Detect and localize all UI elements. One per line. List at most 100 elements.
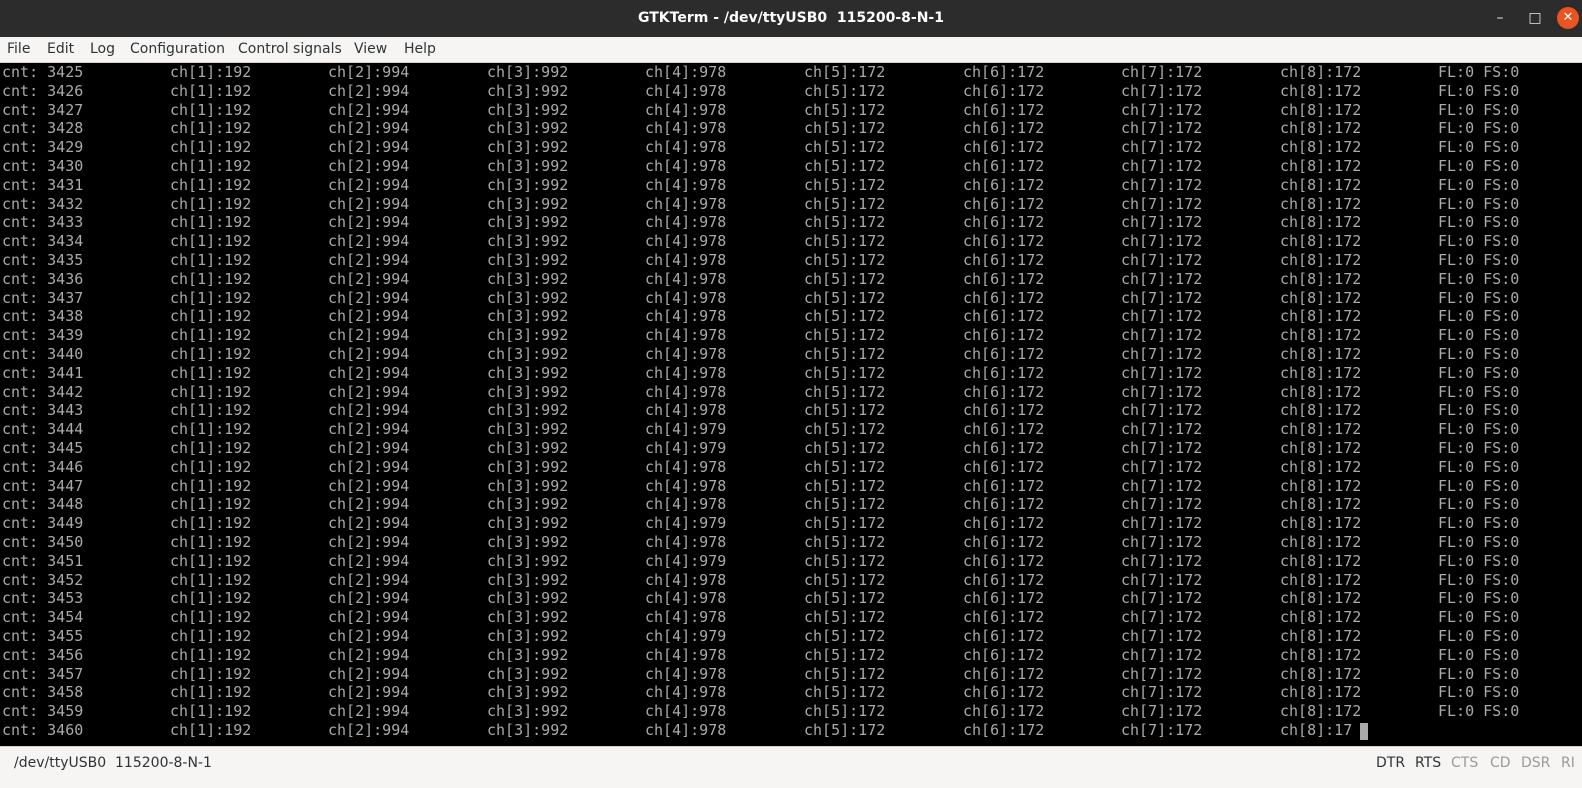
channel-cell: ch[8]:172 [1280,608,1362,627]
channel-cell: ch[6]:172 [963,476,1045,495]
terminal-line: cnt: 3441 ch[1]:192 ch[2]:994 ch[3]:992 ch[4… [2,364,1582,383]
channel-cell: ch[7]:172 [1121,288,1203,307]
flags-cell: FL:0 FS:0 [1438,194,1520,213]
counter-cell: cnt: 3449 [2,514,84,533]
channel-cell: ch[1]:192 [170,702,252,721]
terminal-line: cnt: 3444 ch[1]:192 ch[2]:994 ch[3]:992 ch[4… [2,420,1582,439]
channel-cell: ch[1]:192 [170,401,252,420]
maximize-button[interactable]: □ [1524,7,1546,29]
terminal-line: cnt: 3439 ch[1]:192 ch[2]:994 ch[3]:992 ch[4… [2,326,1582,345]
channel-cell: ch[4]:978 [645,495,727,514]
flags-cell: FL:0 FS:0 [1438,63,1520,81]
channel-cell: ch[5]:172 [804,269,886,288]
channel-cell: ch[7]:172 [1121,157,1203,175]
channel-cell: ch[2]:994 [328,551,410,570]
menu-configuration[interactable]: Configuration [130,37,225,62]
channel-cell: ch[4]:978 [645,251,727,269]
flags-cell: FL:0 FS:0 [1438,645,1520,664]
flags-cell: FL:0 FS:0 [1438,514,1520,533]
channel-cell: ch[8]:172 [1280,363,1362,382]
flags-cell: FL:0 FS:0 [1438,251,1520,269]
terminal-line: cnt: 3456 ch[1]:192 ch[2]:994 ch[3]:992 ch[4… [2,646,1582,665]
channel-cell: ch[7]:172 [1121,721,1203,739]
flags-cell: FL:0 FS:0 [1438,457,1520,476]
channel-cell: ch[6]:172 [963,269,1045,288]
channel-cell: ch[4]:978 [645,63,727,81]
terminal-output[interactable]: cnt: 3425 ch[1]:192 ch[2]:994 ch[3]:992 ch[4… [0,63,1582,746]
window-title: GTKTerm - /dev/ttyUSB0 115200-8-N-1 [638,10,944,26]
minimize-button[interactable]: – [1489,7,1511,29]
channel-cell: ch[7]:172 [1121,608,1203,627]
counter-cell: cnt: 3456 [2,645,84,664]
channel-cell: ch[4]:978 [645,589,727,608]
channel-cell: ch[7]:172 [1121,645,1203,664]
counter-cell: cnt: 3460 [2,721,84,739]
terminal-line: cnt: 3431 ch[1]:192 ch[2]:994 ch[3]:992 ch[4… [2,176,1582,195]
channel-cell: ch[1]:192 [170,439,252,457]
channel-cell: ch[7]:172 [1121,495,1203,514]
channel-cell: ch[5]:172 [804,119,886,138]
signal-cts: CTS [1451,755,1479,771]
flags-cell: FL:0 FS:0 [1438,81,1520,100]
channel-cell: ch[5]:172 [804,401,886,420]
channel-cell: ch[7]:172 [1121,119,1203,138]
flags-cell: FL:0 FS:0 [1438,495,1520,514]
channel-cell: ch[4]:978 [645,721,727,739]
terminal-line: cnt: 3454 ch[1]:192 ch[2]:994 ch[3]:992 ch[4… [2,608,1582,627]
channel-cell: ch[7]:172 [1121,232,1203,251]
channel-cell: ch[1]:192 [170,420,252,439]
channel-cell: ch[4]:978 [645,119,727,138]
channel-cell: ch[3]:992 [487,495,569,514]
menu-view[interactable]: View [354,37,387,62]
channel-cell: ch[2]:994 [328,157,410,175]
channel-cell: ch[8]:172 [1280,645,1362,664]
menu-help[interactable]: Help [404,37,436,62]
channel-cell: ch[7]:172 [1121,401,1203,420]
channel-cell: ch[7]:172 [1121,683,1203,702]
menu-log[interactable]: Log [90,37,115,62]
channel-cell: ch[3]:992 [487,63,569,81]
channel-cell: ch[5]:172 [804,476,886,495]
channel-cell: ch[4]:978 [645,232,727,251]
channel-cell: ch[6]:172 [963,645,1045,664]
channel-cell: ch[8]:172 [1280,269,1362,288]
channel-cell: ch[3]:992 [487,326,569,345]
channel-cell: ch[4]:978 [645,645,727,664]
channel-cell: ch[8]:172 [1280,157,1362,175]
channel-cell: ch[5]:172 [804,194,886,213]
channel-cell: ch[1]:192 [170,551,252,570]
channel-cell: ch[3]:992 [487,608,569,627]
channel-cell: ch[4]:978 [645,213,727,232]
channel-cell: ch[6]:172 [963,664,1045,683]
channel-cell: ch[7]:172 [1121,138,1203,157]
terminal-line: cnt: 3451 ch[1]:192 ch[2]:994 ch[3]:992 ch[4… [2,552,1582,571]
channel-cell: ch[5]:172 [804,514,886,533]
channel-cell: ch[8]:172 [1280,457,1362,476]
counter-cell: cnt: 3453 [2,589,84,608]
channel-cell: ch[7]:172 [1121,307,1203,326]
channel-cell: ch[5]:172 [804,551,886,570]
channel-cell: ch[3]:992 [487,288,569,307]
channel-cell: ch[2]:994 [328,533,410,551]
channel-cell: ch[1]:192 [170,514,252,533]
terminal-line: cnt: 3452 ch[1]:192 ch[2]:994 ch[3]:992 ch[4… [2,571,1582,590]
channel-cell: ch[7]:172 [1121,63,1203,81]
channel-cell: ch[2]:994 [328,194,410,213]
flags-cell: FL:0 FS:0 [1438,269,1520,288]
channel-cell: ch[8]:172 [1280,664,1362,683]
channel-cell: ch[7]:172 [1121,213,1203,232]
channel-cell: ch[5]:172 [804,457,886,476]
terminal-line: cnt: 3459 ch[1]:192 ch[2]:994 ch[3]:992 ch[4… [2,702,1582,721]
channel-cell: ch[4]:978 [645,683,727,702]
channel-cell: ch[2]:994 [328,664,410,683]
flags-cell: FL:0 FS:0 [1438,288,1520,307]
menu-control-signals[interactable]: Control signals [238,37,342,62]
channel-cell: ch[8]:172 [1280,119,1362,138]
close-button[interactable]: ✕ [1557,7,1579,29]
channel-cell: ch[2]:994 [328,363,410,382]
channel-cell: ch[4]:978 [645,664,727,683]
menu-file[interactable]: File [7,37,30,62]
menu-edit[interactable]: Edit [47,37,74,62]
counter-cell: cnt: 3447 [2,476,84,495]
channel-cell: ch[3]:992 [487,721,569,739]
